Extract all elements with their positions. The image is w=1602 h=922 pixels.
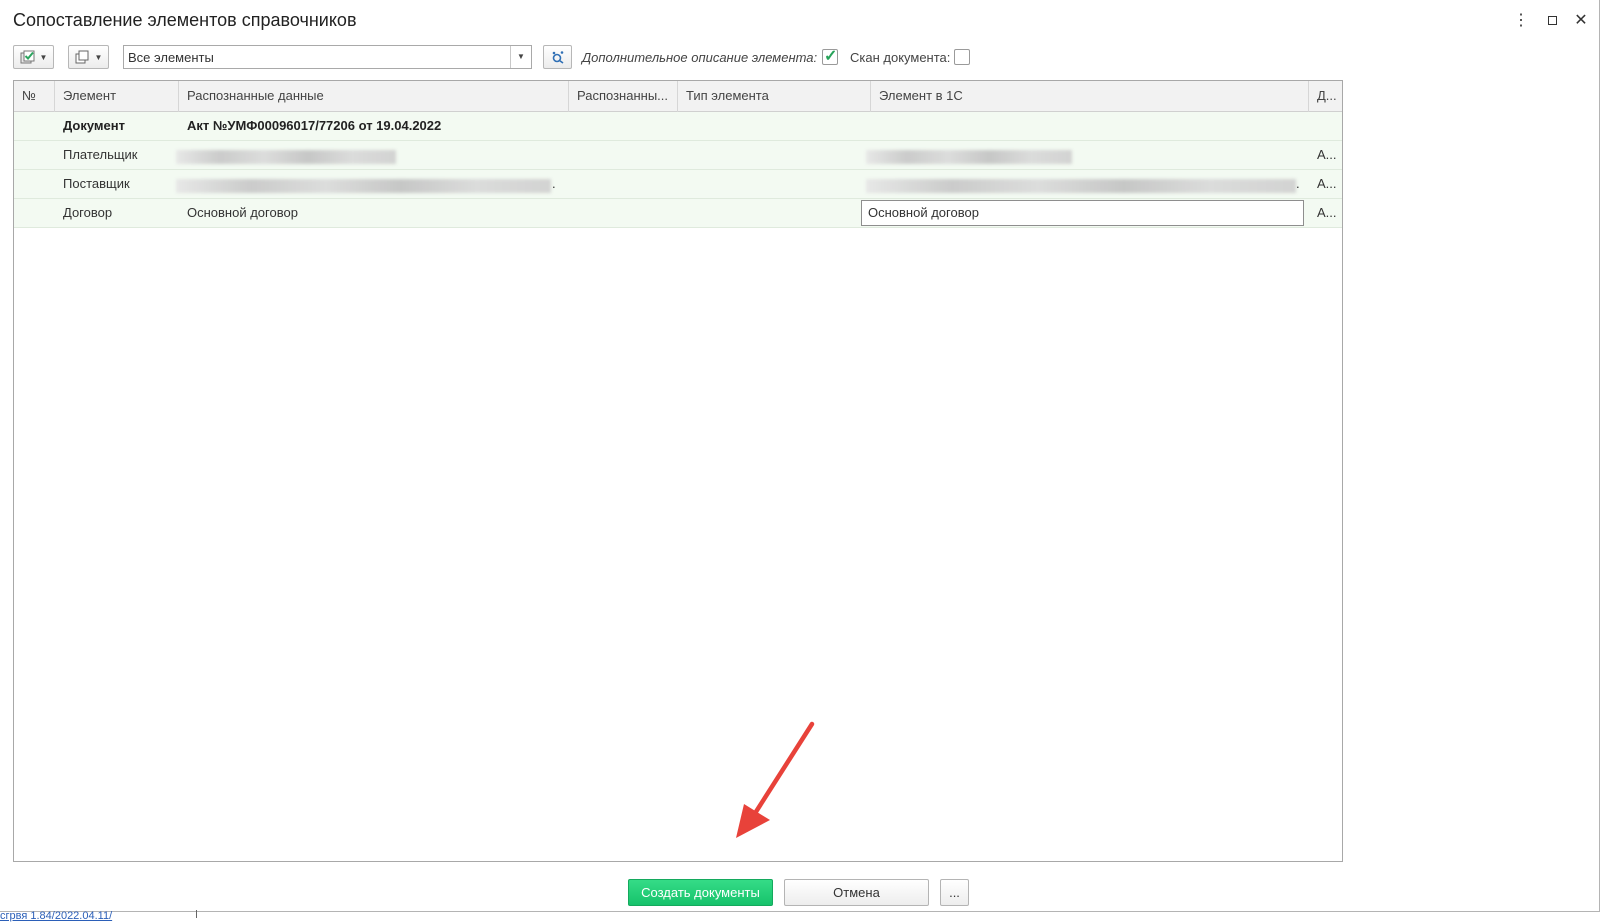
filter-select-value: Все элементы xyxy=(128,50,214,65)
close-icon[interactable]: ✕ xyxy=(1572,12,1590,30)
row-element: Поставщик xyxy=(63,176,130,191)
more-actions-button[interactable]: ... xyxy=(940,879,969,906)
col-recognized-short[interactable]: Распознанны... xyxy=(569,81,678,112)
filter-select[interactable]: Все элементы ▼ xyxy=(123,45,532,69)
redacted-text xyxy=(176,179,551,193)
status-bar-link[interactable]: сгрвя 1.84/2022.04.11/ xyxy=(0,910,112,922)
more-menu-icon[interactable]: ⋮ xyxy=(1512,12,1530,30)
redacted-text xyxy=(866,150,1072,164)
status-divider xyxy=(196,910,197,918)
auto-match-button[interactable] xyxy=(543,45,572,69)
magic-search-icon xyxy=(552,51,563,64)
row-recognized: Основной договор xyxy=(187,205,298,220)
cancel-button[interactable]: Отмена xyxy=(784,879,929,906)
row-element-1c: . xyxy=(1296,176,1300,191)
row-recognized: . xyxy=(552,176,556,191)
window-title: Сопоставление элементов справочников xyxy=(13,10,357,30)
checkmark-icon: ✓ xyxy=(824,48,838,65)
col-d[interactable]: Д... xyxy=(1309,81,1344,112)
row-d: А... xyxy=(1317,205,1337,220)
row-recognized: Акт №УМФ00096017/77206 от 19.04.2022 xyxy=(187,118,442,133)
element-1c-input[interactable]: Основной договор xyxy=(861,200,1304,226)
chevron-down-icon: ▼ xyxy=(39,52,48,62)
chevron-down-icon: ▼ xyxy=(94,52,103,62)
scan-document-label: Скан документа: xyxy=(850,50,951,65)
dropdown-arrow-icon[interactable]: ▼ xyxy=(510,46,531,68)
col-number[interactable]: № xyxy=(14,81,55,112)
row-element: Плательщик xyxy=(63,147,138,162)
scan-document-checkbox[interactable] xyxy=(954,49,970,65)
create-documents-button[interactable]: Создать документы xyxy=(628,879,773,906)
col-element[interactable]: Элемент xyxy=(55,81,179,112)
table-row[interactable]: Документ Акт №УМФ00096017/77206 от 19.04… xyxy=(14,112,1342,141)
check-list-icon xyxy=(20,50,35,64)
extra-description-checkbox[interactable]: ✓ xyxy=(822,48,838,65)
extra-description-label: Дополнительное описание элемента: xyxy=(582,50,818,65)
mapping-table[interactable]: № Элемент Распознанные данные Распознанн… xyxy=(13,80,1343,862)
table-row[interactable]: Договор Основной договор Основной догово… xyxy=(14,199,1342,228)
maximize-icon[interactable] xyxy=(1543,12,1561,30)
row-element: Документ xyxy=(63,118,125,133)
row-d: А... xyxy=(1317,176,1337,191)
col-element-1c[interactable]: Элемент в 1С xyxy=(871,81,1309,112)
row-d: А... xyxy=(1317,147,1337,162)
table-header: № Элемент Распознанные данные Распознанн… xyxy=(14,81,1342,112)
uncheck-all-button[interactable]: ▼ xyxy=(68,45,109,69)
col-element-type[interactable]: Тип элемента xyxy=(678,81,871,112)
col-recognized-data[interactable]: Распознанные данные xyxy=(179,81,569,112)
table-row[interactable]: Поставщик . . А... xyxy=(14,170,1342,199)
row-element: Договор xyxy=(63,205,113,220)
redacted-text xyxy=(176,150,396,164)
check-all-button[interactable]: ▼ xyxy=(13,45,54,69)
table-row[interactable]: Плательщик А... xyxy=(14,141,1342,170)
redacted-text xyxy=(866,179,1296,193)
copy-icon xyxy=(75,50,89,64)
dialog-window: Сопоставление элементов справочников ⋮ ✕… xyxy=(0,0,1600,912)
